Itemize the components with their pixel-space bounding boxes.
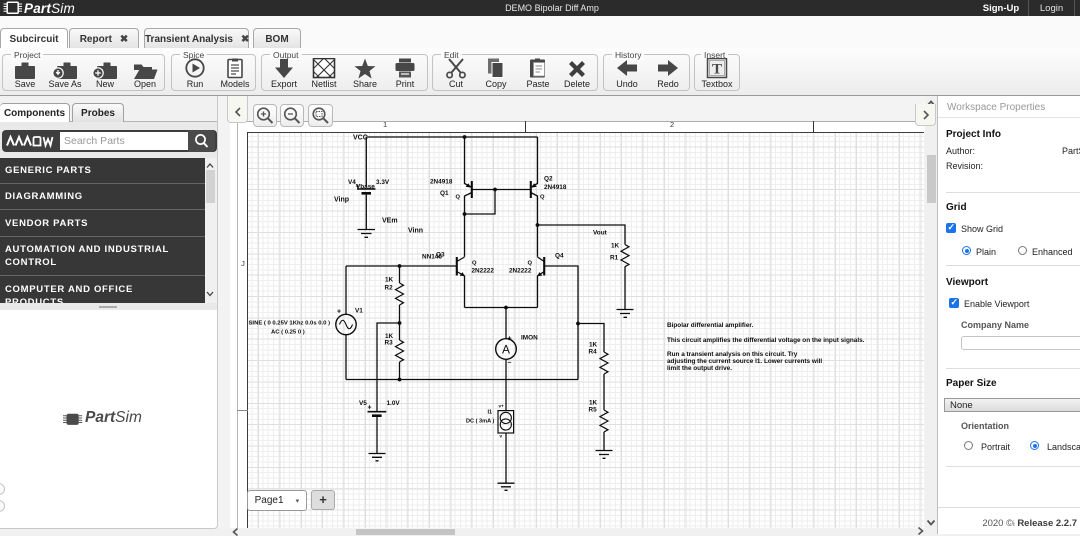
svg-text:AC ( 0.25 0 ): AC ( 0.25 0 ) (271, 330, 305, 336)
svg-text:R4: R4 (589, 349, 598, 356)
svg-text:DC ( 3mA ): DC ( 3mA ) (466, 419, 495, 425)
svg-text:Q2: Q2 (544, 176, 553, 183)
svg-text:+: + (368, 405, 372, 412)
svg-text:I1: I1 (488, 410, 493, 416)
svg-text:2N4918: 2N4918 (544, 184, 567, 191)
svg-text:T: T (712, 62, 722, 78)
svg-text:Vout: Vout (593, 230, 608, 237)
svg-text:–: – (508, 360, 512, 367)
svg-text:Vinn: Vinn (408, 228, 423, 235)
svg-text:+: + (337, 309, 341, 316)
svg-text:2N4918: 2N4918 (430, 179, 453, 186)
svg-text:R3: R3 (385, 340, 394, 347)
svg-text:Q3: Q3 (436, 252, 445, 259)
svg-text:v: v (500, 434, 503, 439)
svg-text:Vbase: Vbase (356, 184, 375, 191)
svg-text:V5: V5 (359, 400, 367, 407)
svg-text:adjusting the current source I: adjusting the current source I1. Lower c… (667, 358, 822, 365)
svg-text:Run a transient analysis on th: Run a transient analysis on this circuit… (667, 351, 798, 358)
svg-text:2N2222: 2N2222 (472, 268, 495, 275)
svg-text:1K: 1K (589, 342, 598, 349)
svg-text:1.0V: 1.0V (387, 400, 401, 407)
svg-text:+: + (508, 336, 512, 343)
svg-text:Q1: Q1 (440, 190, 449, 197)
svg-text:Q: Q (540, 195, 545, 201)
svg-text:Vinp: Vinp (334, 197, 349, 204)
svg-text:v+: v+ (499, 404, 505, 409)
svg-text:Q4: Q4 (555, 253, 564, 260)
svg-text:Q: Q (456, 195, 461, 201)
svg-text:IMON: IMON (521, 335, 538, 342)
svg-text:3.3V: 3.3V (376, 179, 390, 186)
svg-text:A: A (502, 343, 510, 357)
svg-text:V1: V1 (355, 308, 363, 315)
svg-text:R5: R5 (589, 407, 598, 414)
svg-text:Q: Q (528, 261, 533, 267)
svg-text:limit the output drive.: limit the output drive. (667, 365, 732, 372)
svg-text:1K: 1K (611, 243, 620, 250)
svg-text:This circuit amplifies the dif: This circuit amplifies the differential … (667, 337, 865, 344)
svg-text:R1: R1 (610, 255, 619, 262)
svg-text:VCC: VCC (353, 135, 368, 142)
svg-text:2N2222: 2N2222 (509, 268, 532, 275)
svg-text:1K: 1K (385, 277, 394, 284)
svg-text:SINE ( 0 0.25V 1Khz 0.0s 0.0 ): SINE ( 0 0.25V 1Khz 0.0s 0.0 ) (249, 321, 331, 327)
svg-text:1K: 1K (589, 400, 598, 407)
svg-text:Bipolar differential amplifier: Bipolar differential amplifier. (667, 322, 754, 329)
svg-text:R2: R2 (385, 285, 394, 292)
svg-text:Q: Q (472, 261, 477, 267)
svg-text:VEm: VEm (382, 218, 398, 225)
